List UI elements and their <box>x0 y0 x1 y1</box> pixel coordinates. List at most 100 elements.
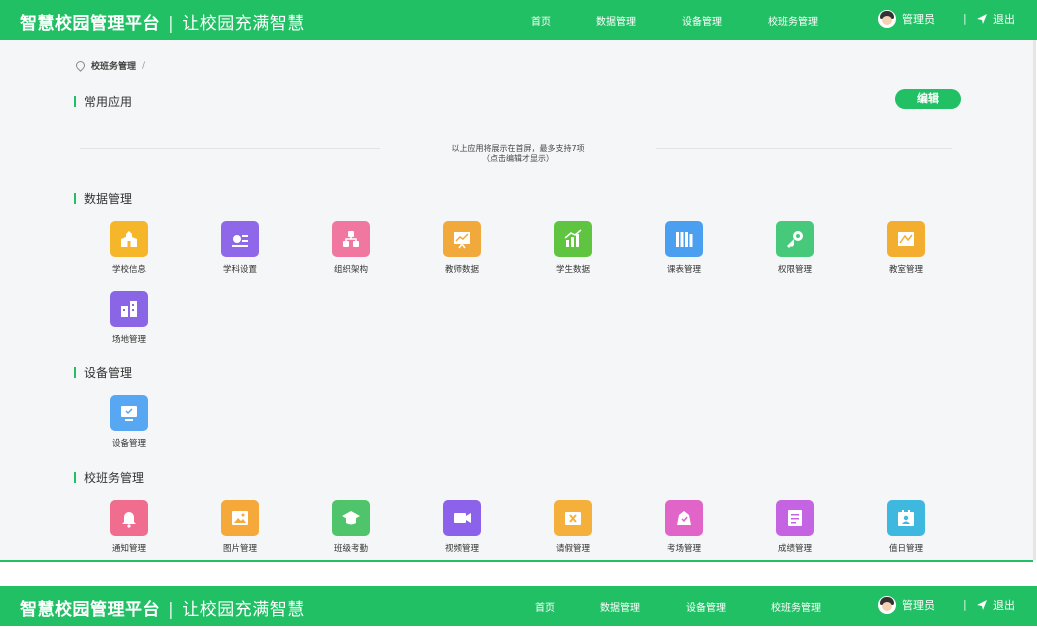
bottom-accent-line <box>0 560 1033 562</box>
key-icon <box>776 221 814 257</box>
app-monitor[interactable]: 设备管理 <box>94 395 164 449</box>
grades-icon <box>776 500 814 536</box>
subject-settings-icon <box>221 221 259 257</box>
nav-home[interactable]: 首页 <box>531 13 551 28</box>
section-marker <box>74 193 76 204</box>
timetable-icon <box>665 221 703 257</box>
monitor-icon <box>110 395 148 431</box>
device-section-title: 设备管理 <box>74 364 132 381</box>
app-key[interactable]: 权限管理 <box>760 221 830 275</box>
app-label: 设备管理 <box>111 439 146 449</box>
send-icon <box>977 14 987 24</box>
logout-button[interactable]: 退出 <box>977 11 1015 27</box>
app-teacher-data[interactable]: 教师数据 <box>427 221 497 275</box>
device-section-title-text: 设备管理 <box>84 366 133 380</box>
app-subject-settings[interactable]: 学科设置 <box>205 221 275 275</box>
logout-label: 退出 <box>993 13 1015 26</box>
avatar <box>878 10 896 28</box>
app-label: 课表管理 <box>666 265 701 275</box>
hint-line-1: 以上应用将展示在首屏，最多支持7项 <box>451 144 585 153</box>
app-label: 权限管理 <box>777 265 812 275</box>
teacher-data-icon <box>443 221 481 257</box>
top-header: 智慧校园管理平台 | 让校园充满智慧 首页 数据管理 设备管理 校班务管理 管理员 … <box>0 0 1037 40</box>
location-pin-icon <box>74 59 87 72</box>
bell-icon <box>110 500 148 536</box>
logout-label: 退出 <box>993 599 1015 612</box>
data-section-title-text: 数据管理 <box>84 192 133 206</box>
top-header-duplicate: 智慧校园管理平台 | 让校园充满智慧 首页 数据管理 设备管理 校班务管理 管理员 … <box>0 586 1037 626</box>
app-label: 学生数据 <box>555 265 590 275</box>
common-apps-title-text: 常用应用 <box>84 95 133 109</box>
section-marker <box>74 96 76 107</box>
app-label: 学科设置 <box>222 265 257 275</box>
app-duty[interactable]: 值日管理 <box>871 500 941 554</box>
nav-device-management[interactable]: 设备管理 <box>686 599 726 614</box>
image-icon <box>221 500 259 536</box>
logout-button[interactable]: 退出 <box>977 597 1015 613</box>
send-icon <box>977 600 987 610</box>
class-affairs-section-title: 校班务管理 <box>74 469 144 486</box>
brand: 智慧校园管理平台 | 让校园充满智慧 <box>20 595 305 620</box>
app-label: 图片管理 <box>222 544 257 554</box>
header-divider: | <box>963 12 967 25</box>
app-label: 学校信息 <box>111 265 146 275</box>
nav-data-management[interactable]: 数据管理 <box>600 599 640 614</box>
hint-line-2: （点击编辑才显示） <box>482 154 554 163</box>
user-menu[interactable]: 管理员 <box>878 10 935 28</box>
nav-device-management[interactable]: 设备管理 <box>682 13 722 28</box>
brand-separator: | <box>168 14 175 34</box>
video-icon <box>443 500 481 536</box>
edit-button[interactable]: 编辑 <box>895 89 961 109</box>
graduation-cap-icon <box>332 500 370 536</box>
app-label: 值日管理 <box>888 544 923 554</box>
breadcrumb-current[interactable]: 校班务管理 <box>91 59 136 72</box>
org-structure-icon <box>332 221 370 257</box>
app-student-data[interactable]: 学生数据 <box>538 221 608 275</box>
nav-class-affairs[interactable]: 校班务管理 <box>768 13 818 28</box>
app-label: 视频管理 <box>444 544 479 554</box>
app-label: 组织架构 <box>333 265 368 275</box>
breadcrumb: 校班务管理 / <box>74 59 146 72</box>
duty-icon <box>887 500 925 536</box>
app-bell[interactable]: 通知管理 <box>94 500 164 554</box>
avatar <box>878 596 896 614</box>
app-leave[interactable]: 请假管理 <box>538 500 608 554</box>
app-classroom[interactable]: 教室管理 <box>871 221 941 275</box>
app-exam-room[interactable]: 考场管理 <box>649 500 719 554</box>
user-name: 管理员 <box>902 13 935 26</box>
app-graduation-cap[interactable]: 班级考勤 <box>316 500 386 554</box>
classroom-icon <box>887 221 925 257</box>
app-label: 通知管理 <box>111 544 146 554</box>
app-org-structure[interactable]: 组织架构 <box>316 221 386 275</box>
exam-room-icon <box>665 500 703 536</box>
user-menu[interactable]: 管理员 <box>878 596 935 614</box>
brand: 智慧校园管理平台 | 让校园充满智慧 <box>20 9 305 34</box>
app-venue[interactable]: 场地管理 <box>94 291 164 345</box>
nav-data-management[interactable]: 数据管理 <box>596 13 636 28</box>
nav-home[interactable]: 首页 <box>535 599 555 614</box>
section-marker <box>74 472 76 483</box>
app-label: 场地管理 <box>111 335 146 345</box>
app-timetable[interactable]: 课表管理 <box>649 221 719 275</box>
school-icon <box>110 221 148 257</box>
app-label: 请假管理 <box>555 544 590 554</box>
common-apps-hint: 以上应用将展示在首屏，最多支持7项 （点击编辑才显示） <box>380 144 656 164</box>
data-section-title: 数据管理 <box>74 190 132 207</box>
brand-slogan: 让校园充满智慧 <box>182 14 305 34</box>
app-school[interactable]: 学校信息 <box>94 221 164 275</box>
class-affairs-section-title-text: 校班务管理 <box>84 471 145 485</box>
brand-title: 智慧校园管理平台 <box>20 14 160 34</box>
breadcrumb-separator: / <box>142 60 146 71</box>
brand-title: 智慧校园管理平台 <box>20 600 160 620</box>
brand-separator: | <box>168 600 175 620</box>
student-data-icon <box>554 221 592 257</box>
app-grades[interactable]: 成绩管理 <box>760 500 830 554</box>
main-content: 校班务管理 / 常用应用 编辑 以上应用将展示在首屏，最多支持7项 （点击编辑才… <box>0 40 1036 560</box>
venue-icon <box>110 291 148 327</box>
app-video[interactable]: 视频管理 <box>427 500 497 554</box>
app-image[interactable]: 图片管理 <box>205 500 275 554</box>
user-name: 管理员 <box>902 599 935 612</box>
app-label: 班级考勤 <box>333 544 368 554</box>
app-label: 考场管理 <box>666 544 701 554</box>
nav-class-affairs[interactable]: 校班务管理 <box>771 599 821 614</box>
